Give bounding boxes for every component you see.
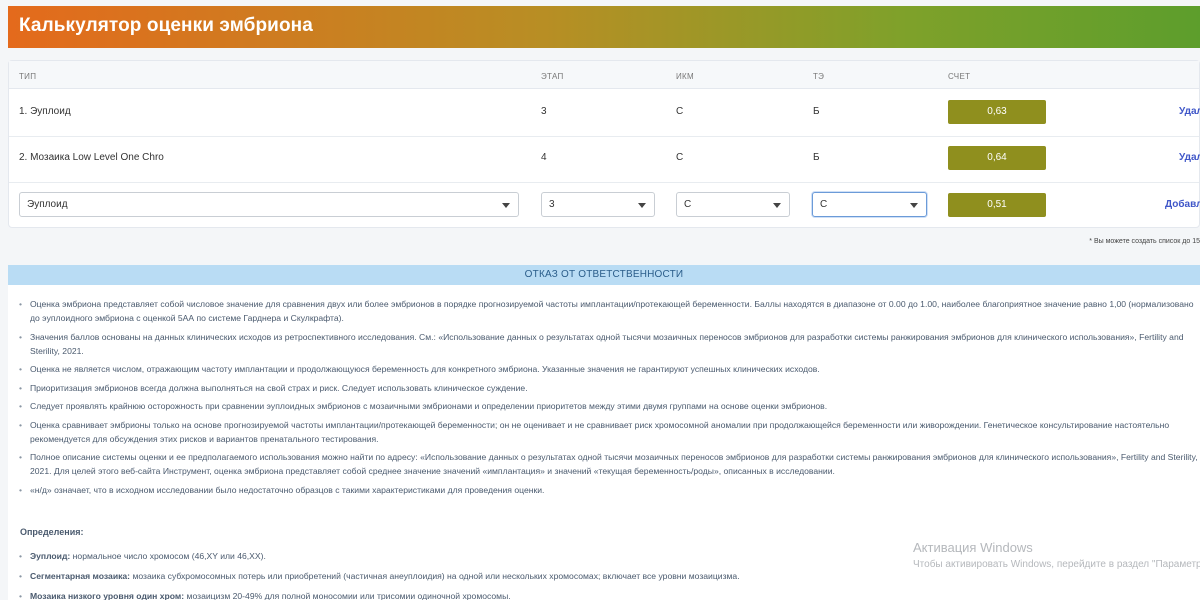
definition-term: Сегментарная мозаика:: [30, 571, 131, 581]
definition-item: Сегментарная мозаика: мозаика субхромосо…: [18, 569, 1198, 583]
list-item: Оценка сравнивает эмбрионы только на осн…: [18, 418, 1198, 446]
delete-link[interactable]: Удал: [1179, 106, 1200, 117]
stage-select-value: 3: [549, 199, 555, 210]
definition-term: Мозаика низкого уровня один хром:: [30, 591, 185, 600]
chevron-down-icon: [773, 203, 781, 208]
te-select[interactable]: C: [812, 192, 927, 217]
icm-select-value: C: [684, 199, 692, 210]
definition-term: Эуплоид:: [30, 551, 71, 561]
stage-select[interactable]: 3: [541, 192, 655, 217]
definition-text: нормальное число хромосом (46,XY или 46,…: [72, 551, 266, 561]
page-title: Калькулятор оценки эмбриона: [19, 15, 313, 36]
te-select-value: C: [820, 199, 828, 210]
disclaimer-list: Оценка эмбриона представляет собой число…: [18, 297, 1198, 501]
list-item: Значения баллов основаны на данных клини…: [18, 330, 1198, 358]
column-header-score: СЧЕТ: [948, 72, 971, 81]
row-icm: C: [676, 106, 684, 117]
chevron-down-icon: [638, 203, 646, 208]
row-type: 1. Эуплоид: [19, 106, 71, 117]
type-select[interactable]: Эуплоид: [19, 192, 519, 217]
list-item: «н/д» означает, что в исходном исследова…: [18, 483, 1198, 497]
definition-text: мозаицизм 20-49% для полной моносомии ил…: [186, 591, 511, 600]
row-icm: C: [676, 152, 684, 163]
row-divider: [9, 136, 1199, 137]
list-item: Оценка не является числом, отражающим ча…: [18, 362, 1198, 376]
row-type: 2. Мозаика Low Level One Chro: [19, 152, 164, 163]
watermark-subtitle: Чтобы активировать Windows, перейдите в …: [913, 559, 1200, 570]
add-link[interactable]: Добавл: [1165, 199, 1200, 210]
chevron-down-icon: [910, 203, 918, 208]
score-badge: 0,51: [948, 193, 1046, 217]
row-te: Б: [813, 152, 820, 163]
definitions-title: Определения:: [20, 527, 84, 537]
row-te: Б: [813, 106, 820, 117]
column-header-te: ТЭ: [813, 72, 825, 81]
list-item: Оценка эмбриона представляет собой число…: [18, 297, 1198, 325]
chevron-down-icon: [502, 203, 510, 208]
embryo-table: ТИП ЭТАП ИКМ ТЭ СЧЕТ 1. Эуплоид 3 C Б 0,…: [8, 60, 1200, 228]
definition-text: мозаика субхромосомных потерь или приобр…: [132, 571, 740, 581]
definition-item: Мозаика низкого уровня один хром: мозаиц…: [18, 589, 1198, 600]
table-header: ТИП ЭТАП ИКМ ТЭ СЧЕТ: [9, 61, 1199, 89]
column-header-type: ТИП: [19, 72, 37, 81]
row-divider: [9, 182, 1199, 183]
column-header-icm: ИКМ: [676, 72, 694, 81]
list-item: Следует проявлять крайнюю осторожность п…: [18, 399, 1198, 413]
watermark-title: Активация Windows: [913, 540, 1033, 555]
disclaimer-title: ОТКАЗ ОТ ОТВЕТСТВЕННОСТИ: [524, 269, 684, 280]
icm-select[interactable]: C: [676, 192, 790, 217]
score-badge: 0,63: [948, 100, 1046, 124]
list-limit-note: * Вы можете создать список до 15: [1089, 238, 1200, 245]
row-stage: 3: [541, 106, 547, 117]
type-select-value: Эуплоид: [27, 199, 68, 210]
score-badge: 0,64: [948, 146, 1046, 170]
list-item: Полное описание системы оценки и ее пред…: [18, 450, 1198, 478]
list-item: Приоритизация эмбрионов всегда должна вы…: [18, 381, 1198, 395]
app-header: Калькулятор оценки эмбриона: [8, 6, 1200, 48]
delete-link[interactable]: Удал: [1179, 152, 1200, 163]
windows-activation-watermark: Активация Windows Чтобы активировать Win…: [913, 540, 1200, 570]
column-header-stage: ЭТАП: [541, 72, 564, 81]
row-stage: 4: [541, 152, 547, 163]
disclaimer-header[interactable]: ОТКАЗ ОТ ОТВЕТСТВЕННОСТИ: [8, 265, 1200, 285]
